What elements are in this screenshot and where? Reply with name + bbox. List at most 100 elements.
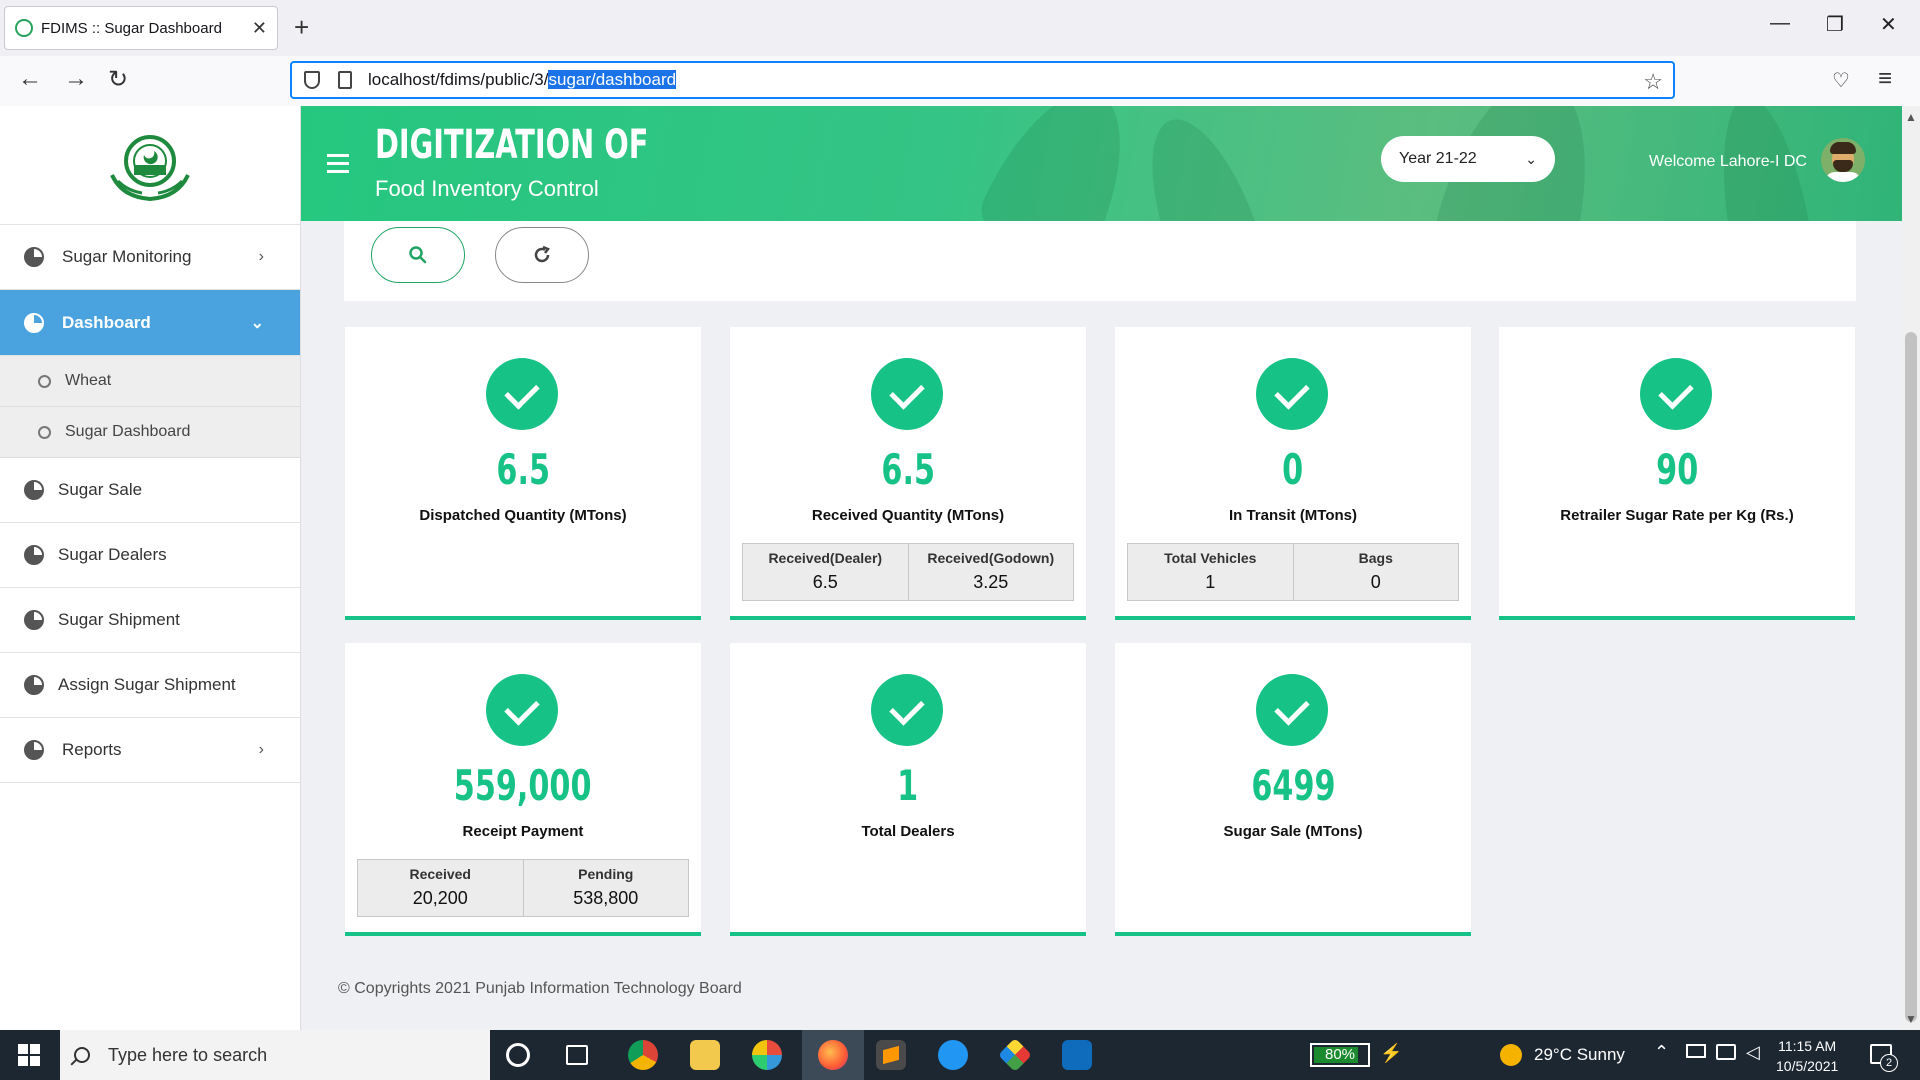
reset-button[interactable]: [495, 227, 589, 283]
close-window-icon[interactable]: ✕: [1880, 12, 1897, 37]
cortana-icon[interactable]: [506, 1043, 530, 1067]
sidebar-item-label: Sugar Shipment: [58, 610, 180, 629]
sub-cell-value: 538,800: [573, 888, 639, 908]
pie-chart-icon: [24, 480, 44, 500]
url-text: localhost/fdims/public/3/sugar/dashboard: [368, 70, 677, 90]
chevron-down-icon: ⌄: [1525, 150, 1537, 167]
chevron-up-icon[interactable]: ⌃: [1654, 1042, 1669, 1063]
sublime-text-icon[interactable]: [876, 1040, 906, 1070]
copyright-footer: © Copyrights 2021 Punjab Information Tec…: [338, 980, 742, 997]
minimize-window-icon[interactable]: —: [1770, 12, 1790, 35]
circle-icon: [38, 374, 51, 388]
firefox-icon: [818, 1040, 848, 1070]
sidebar-item-assign-sugar-shipment[interactable]: Assign Sugar Shipment: [0, 653, 300, 718]
search-icon: [409, 246, 427, 264]
sidebar-item-dashboard[interactable]: Dashboard ⌄: [0, 290, 300, 356]
speaker-icon[interactable]: ◁: [1746, 1042, 1760, 1063]
sub-cell: Received(Dealer) 6.5: [743, 544, 908, 600]
card-dispatched-quantity: 6.5 Dispatched Quantity (MTons): [345, 327, 701, 620]
year-select[interactable]: Year 21-22 ⌄: [1381, 136, 1555, 182]
card-received-quantity: 6.5 Received Quantity (MTons) Received(D…: [730, 327, 1086, 620]
address-bar[interactable]: localhost/fdims/public/3/sugar/dashboard…: [290, 61, 1675, 99]
back-arrow-icon[interactable]: ←: [18, 65, 42, 93]
taskbar-search-placeholder: Type here to search: [108, 1044, 268, 1065]
refresh-icon: [534, 245, 550, 263]
skype-icon[interactable]: [938, 1040, 968, 1070]
page-info-icon[interactable]: [338, 71, 352, 89]
check-circle-icon: [871, 674, 943, 746]
tab-close-icon[interactable]: ✕: [252, 18, 267, 39]
card-value: 6.5: [881, 445, 935, 494]
sidebar-item-label: Sugar Dealers: [58, 545, 167, 564]
sun-icon: [1500, 1044, 1522, 1066]
sidebar-item-sugar-monitoring[interactable]: Sugar Monitoring ›: [0, 224, 300, 290]
sidebar-item-label: Assign Sugar Shipment: [58, 675, 236, 694]
browser-tab[interactable]: FDIMS :: Sugar Dashboard ✕: [4, 6, 278, 50]
search-button[interactable]: [371, 227, 465, 283]
restore-window-icon[interactable]: ❐: [1826, 12, 1844, 37]
sidebar-item-sugar-sale[interactable]: Sugar Sale: [0, 458, 300, 523]
pie-chart-icon: [24, 545, 44, 565]
sidebar-item-reports[interactable]: Reports ›: [0, 718, 300, 783]
sidebar-subitem-label: Wheat: [65, 372, 112, 389]
sidebar-item-label: Sugar Monitoring: [62, 247, 192, 266]
brand-subtitle: Food Inventory Control: [375, 176, 599, 201]
sidebar-item-label: Sugar Sale: [58, 480, 143, 499]
scroll-up-icon[interactable]: ▲: [1905, 110, 1917, 124]
card-label: Retrailer Sugar Rate per Kg (Rs.): [1560, 507, 1794, 524]
sidebar-item-sugar-shipment[interactable]: Sugar Shipment: [0, 588, 300, 653]
card-label: Dispatched Quantity (MTons): [419, 507, 627, 524]
scrollbar-thumb[interactable]: [1905, 332, 1917, 1022]
card-retailer-sugar-rate: 90 Retrailer Sugar Rate per Kg (Rs.): [1499, 327, 1855, 620]
sidebar-subitem-label: Sugar Dashboard: [65, 423, 191, 440]
pie-chart-icon: [24, 740, 44, 760]
scroll-down-icon[interactable]: ▼: [1905, 1012, 1917, 1026]
pie-chart-icon: [24, 675, 44, 695]
card-sub-table: Received 20,200 Pending 538,800: [357, 859, 689, 917]
pie-chart-icon: [24, 610, 44, 630]
photos-icon[interactable]: [752, 1040, 782, 1070]
sidebar-item-label: Reports: [62, 740, 122, 759]
sub-cell-header: Bags: [1358, 550, 1393, 566]
notification-count-badge: 2: [1880, 1054, 1898, 1072]
browser-tab-bar: FDIMS :: Sugar Dashboard ✕ + — ❐ ✕: [0, 0, 1920, 56]
bookmark-star-icon[interactable]: ☆: [1643, 69, 1663, 95]
menu-icon[interactable]: ≡: [1878, 65, 1892, 93]
check-circle-icon: [871, 358, 943, 430]
check-circle-icon: [486, 358, 558, 430]
battery-indicator[interactable]: 80%: [1310, 1043, 1370, 1067]
forward-arrow-icon[interactable]: →: [64, 65, 88, 93]
chrome-icon[interactable]: [628, 1040, 658, 1070]
pocket-icon[interactable]: ♡: [1832, 68, 1850, 93]
sub-cell: Received 20,200: [358, 860, 523, 916]
outlook-icon[interactable]: [1062, 1040, 1092, 1070]
new-tab-button[interactable]: +: [294, 12, 309, 43]
git-kraken-icon[interactable]: [998, 1038, 1032, 1072]
header-decoration: [1128, 106, 1264, 221]
sub-cell-header: Received(Godown): [927, 550, 1055, 566]
battery-tray-icon[interactable]: [1686, 1044, 1706, 1058]
hamburger-menu-icon[interactable]: [327, 154, 349, 178]
chevron-right-icon: ›: [258, 248, 264, 265]
shield-icon[interactable]: [304, 71, 320, 89]
task-view-icon[interactable]: [566, 1045, 588, 1065]
windows-start-icon[interactable]: [18, 1044, 40, 1066]
avatar[interactable]: [1821, 138, 1865, 182]
weather-widget[interactable]: 29°C Sunny: [1500, 1044, 1625, 1066]
sidebar-subitem-sugar-dashboard[interactable]: Sugar Dashboard: [0, 407, 300, 458]
card-label: Total Dealers: [861, 823, 955, 840]
card-label: In Transit (MTons): [1228, 507, 1358, 524]
reload-icon[interactable]: ↻: [108, 65, 128, 94]
page-scrollbar[interactable]: ▲ ▼: [1902, 106, 1920, 1030]
file-explorer-icon[interactable]: [690, 1040, 720, 1070]
sub-cell-value: 20,200: [412, 888, 468, 908]
sidebar-subitem-wheat[interactable]: Wheat: [0, 356, 300, 407]
network-icon[interactable]: [1716, 1044, 1736, 1060]
system-clock[interactable]: 11:15 AM 10/5/2021: [1776, 1036, 1838, 1076]
firefox-taskbar-active[interactable]: [802, 1030, 864, 1080]
logo: [0, 106, 300, 224]
card-label: Received Quantity (MTons): [811, 507, 1005, 524]
sidebar-item-sugar-dealers[interactable]: Sugar Dealers: [0, 523, 300, 588]
taskbar-search[interactable]: Type here to search: [60, 1030, 490, 1080]
card-receipt-payment: 559,000 Receipt Payment Received 20,200 …: [345, 643, 701, 936]
